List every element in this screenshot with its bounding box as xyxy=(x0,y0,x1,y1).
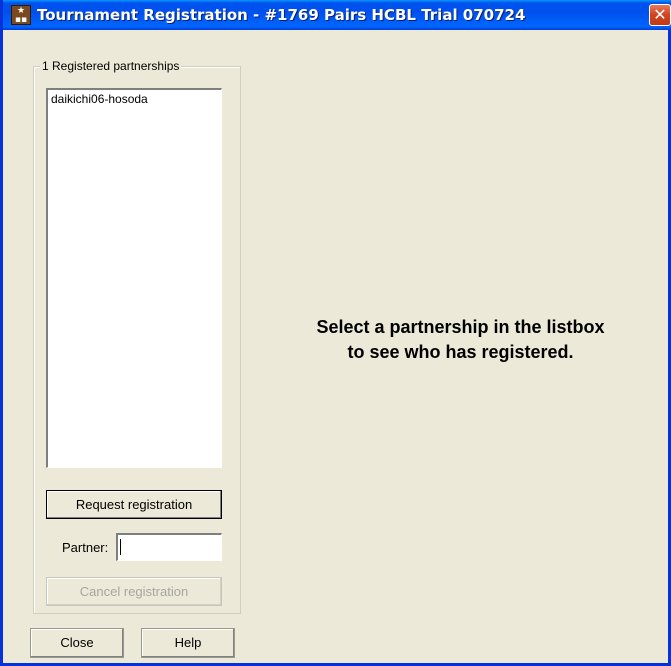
text-caret xyxy=(120,539,121,555)
app-icon: ★ ▪▪ xyxy=(11,5,31,25)
list-item[interactable]: daikichi06-hosoda xyxy=(48,90,221,108)
close-window-button[interactable]: ✕ xyxy=(649,4,671,26)
close-button[interactable]: Close xyxy=(30,628,124,658)
tournament-registration-window: ★ ▪▪ Tournament Registration - #1769 Pair… xyxy=(0,0,671,666)
partnerships-group-label: 1 Registered partnerships xyxy=(40,59,182,73)
instruction-message: Select a partnership in the listbox to s… xyxy=(247,315,671,365)
request-registration-button[interactable]: Request registration xyxy=(46,490,222,519)
instruction-line-1: Select a partnership in the listbox xyxy=(316,317,605,337)
instruction-line-2: to see who has registered. xyxy=(347,342,574,362)
window-title: Tournament Registration - #1769 Pairs HC… xyxy=(37,6,526,24)
close-icon: ✕ xyxy=(653,5,667,24)
partnerships-listbox[interactable]: daikichi06-hosoda xyxy=(46,88,222,468)
partner-label: Partner: xyxy=(62,540,109,555)
help-button[interactable]: Help xyxy=(141,628,235,658)
cancel-registration-button: Cancel registration xyxy=(46,577,222,606)
partner-input[interactable] xyxy=(116,533,222,561)
title-bar[interactable]: ★ ▪▪ Tournament Registration - #1769 Pair… xyxy=(3,0,671,30)
